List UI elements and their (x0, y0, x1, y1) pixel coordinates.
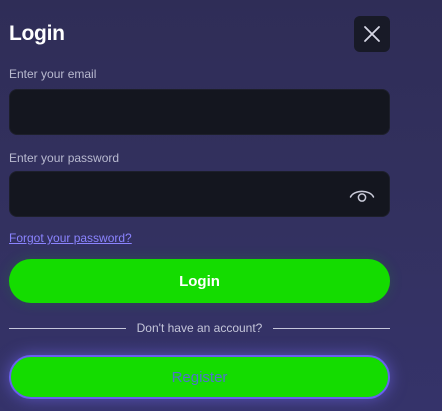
close-button[interactable] (354, 16, 390, 52)
forgot-password-link[interactable]: Forgot your password? (9, 231, 132, 245)
password-label: Enter your password (9, 151, 120, 165)
toggle-password-visibility-button[interactable] (349, 184, 375, 206)
email-label: Enter your email (9, 67, 97, 81)
register-button[interactable]: Register (9, 355, 390, 399)
email-field-wrapper (9, 89, 390, 135)
password-field-wrapper (9, 171, 390, 217)
modal-title: Login (9, 22, 65, 45)
email-field[interactable] (10, 90, 389, 134)
modal-header: Login (9, 16, 390, 52)
login-button[interactable]: Login (9, 259, 390, 303)
close-icon (364, 26, 380, 42)
register-divider: Don't have an account? (9, 318, 390, 338)
divider-line-left (9, 327, 126, 329)
divider-text: Don't have an account? (136, 321, 263, 335)
eye-icon (349, 190, 375, 202)
login-modal: Login Enter your email Enter your passwo… (0, 0, 442, 411)
password-field[interactable] (10, 172, 389, 216)
divider-line-right (273, 327, 390, 329)
